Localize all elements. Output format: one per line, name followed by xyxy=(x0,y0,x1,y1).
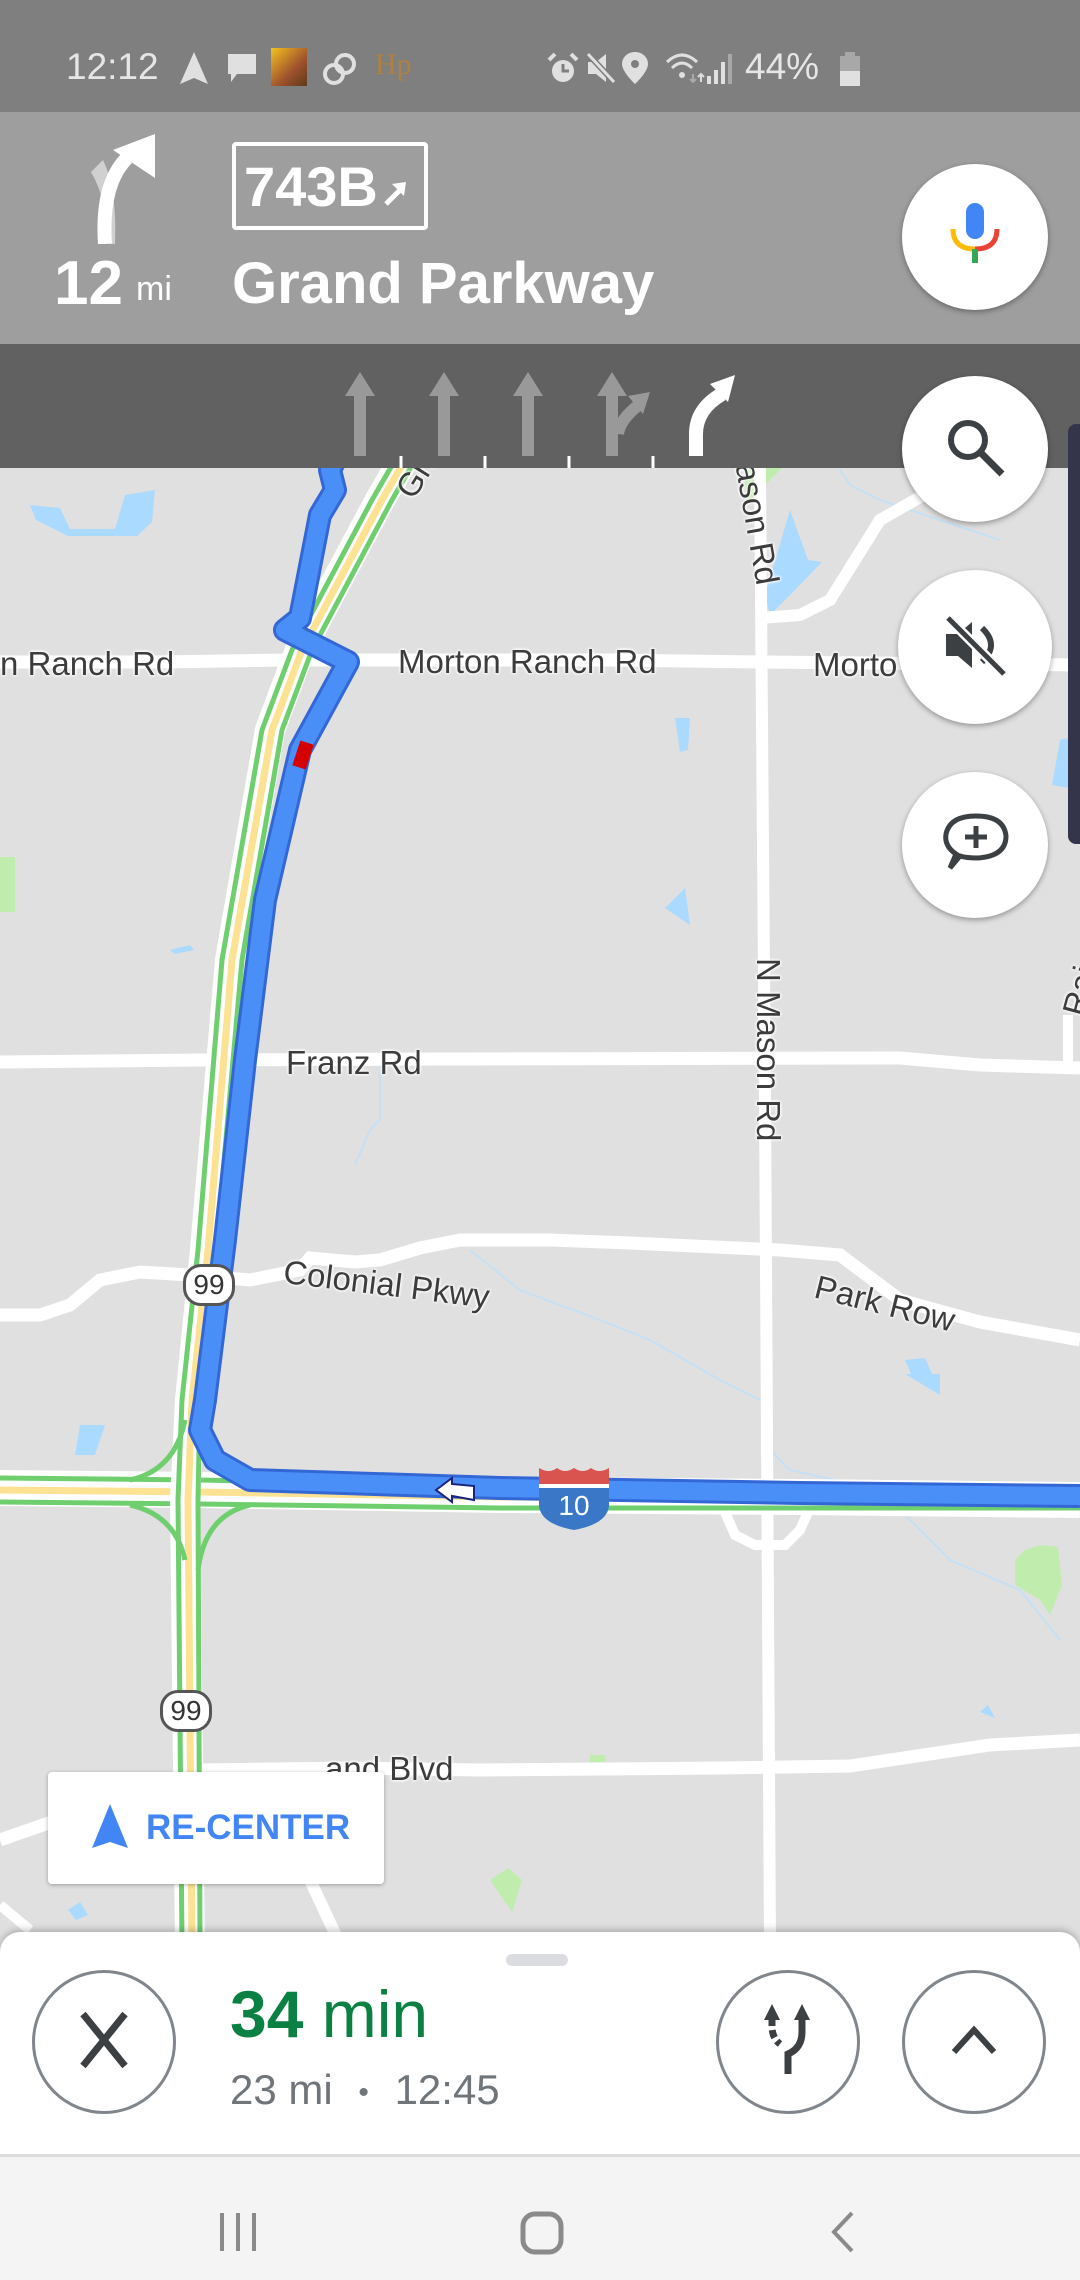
route-split-icon xyxy=(762,2003,814,2081)
exit-navigation-button[interactable] xyxy=(32,1970,176,2114)
trip-duration-value: 34 xyxy=(230,1977,304,2051)
voice-search-button[interactable] xyxy=(902,164,1048,310)
expand-sheet-button[interactable] xyxy=(902,1970,1046,2114)
trip-details: 23 mi • 12:45 xyxy=(230,2066,500,2114)
park-area xyxy=(590,1755,605,1762)
lane-straight-icon xyxy=(513,372,543,456)
sh99-shield: 99 xyxy=(183,1264,235,1306)
status-bar: 12:12 Hp 44% xyxy=(0,0,1080,112)
map-label-franz-rd: Franz Rd xyxy=(286,1044,422,1081)
alarm-icon xyxy=(546,52,580,91)
home-icon[interactable] xyxy=(520,2211,564,2260)
separator-dot: • xyxy=(358,2075,369,2109)
exit-number: 743B xyxy=(244,154,378,218)
edge-panel-handle[interactable] xyxy=(1068,424,1080,844)
search-icon xyxy=(944,416,1006,483)
lane-slight-right-recommended-icon xyxy=(689,375,735,456)
battery-percent: 44% xyxy=(745,46,820,87)
street-name: Grand Parkway xyxy=(232,251,655,316)
system-navigation-bar xyxy=(0,2154,1080,2280)
recenter-label: RE-CENTER xyxy=(146,1808,351,1847)
search-button[interactable] xyxy=(902,376,1048,522)
location-icon xyxy=(622,52,648,89)
i10-shield-number: 10 xyxy=(558,1490,590,1521)
recenter-button[interactable]: RE-CENTER xyxy=(48,1772,384,1884)
alternate-routes-button[interactable] xyxy=(716,1970,860,2114)
i10-shield: 10 xyxy=(537,1466,611,1532)
wifi-icon xyxy=(665,52,709,89)
signal-icon xyxy=(705,52,733,89)
back-icon[interactable] xyxy=(828,2211,858,2258)
lane-straight-icon xyxy=(429,372,459,456)
map-label-n-mason-rd: N Mason Rd xyxy=(750,958,787,1142)
navigation-arrow-icon xyxy=(92,1803,128,1853)
link-icon xyxy=(322,52,356,91)
sh99-shield: 99 xyxy=(160,1690,212,1732)
sound-toggle-button[interactable] xyxy=(898,570,1052,724)
chevron-up-icon xyxy=(950,2024,998,2061)
add-report-icon xyxy=(940,812,1010,879)
map-label-morton-ranch-left: n Ranch Rd xyxy=(0,645,175,682)
add-report-button[interactable] xyxy=(902,772,1048,918)
hp-app-icon: Hp xyxy=(375,48,412,81)
status-time: 12:12 xyxy=(66,46,159,87)
battery-icon xyxy=(839,52,861,91)
trip-distance: 23 mi xyxy=(230,2066,333,2113)
recents-icon[interactable] xyxy=(216,2211,260,2258)
maneuver-distance: 12 xyxy=(54,249,123,318)
sound-muted-icon xyxy=(942,613,1008,681)
mute-icon xyxy=(585,51,617,89)
maneuver-distance-unit: mi xyxy=(136,270,172,308)
park-area xyxy=(0,857,15,912)
close-icon xyxy=(79,2011,129,2073)
exit-number-sign: 743B xyxy=(232,142,428,230)
mic-icon xyxy=(949,202,1001,272)
navigation-arrow-icon xyxy=(180,52,208,89)
arrival-time: 12:45 xyxy=(394,2066,500,2113)
lane-straight-icon xyxy=(345,372,375,456)
exit-arrow-icon xyxy=(384,154,406,219)
map-label-morton-ranch: Morton Ranch Rd xyxy=(398,643,657,680)
trip-duration: 34 min xyxy=(230,1976,428,2052)
sheet-drag-handle[interactable] xyxy=(506,1954,568,1966)
game-app-icon xyxy=(271,48,307,86)
keep-right-maneuver-icon xyxy=(85,134,165,249)
trip-duration-unit: min xyxy=(321,1977,429,2051)
message-icon xyxy=(225,52,259,89)
lane-straight-or-right-icon xyxy=(597,372,650,456)
map-label-morton-ranch-right: Morto xyxy=(813,646,898,683)
